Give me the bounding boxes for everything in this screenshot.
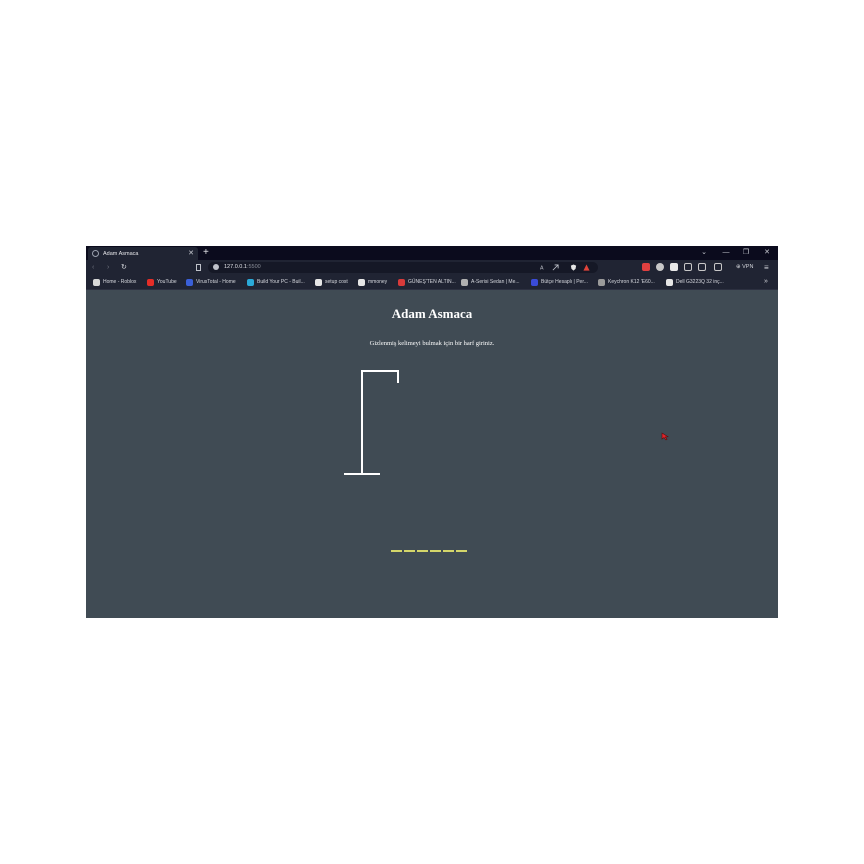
- bookmark-item[interactable]: Home - Roblox: [93, 275, 136, 289]
- bookmark-item[interactable]: Keychron K12 'E60...: [598, 275, 655, 289]
- brave-shield-icon[interactable]: [570, 264, 577, 271]
- bookmarks-more-button[interactable]: »: [764, 275, 768, 289]
- word-slots: [391, 550, 467, 552]
- share-icon[interactable]: [552, 264, 559, 271]
- youtube-icon: [147, 278, 154, 286]
- google-icon: [315, 278, 322, 286]
- bookmark-item[interactable]: YouTube: [147, 275, 177, 289]
- back-button[interactable]: ‹: [92, 260, 94, 275]
- url-text: 127.0.0.1:5500: [224, 264, 261, 270]
- gallows-drawing: [344, 370, 399, 475]
- reload-button[interactable]: ↻: [121, 260, 127, 275]
- bookmark-icon[interactable]: [196, 264, 201, 271]
- letter-slot: [456, 550, 467, 552]
- extension-white-icon[interactable]: [670, 263, 678, 271]
- tab-close-icon[interactable]: ✕: [188, 250, 194, 257]
- letter-slot: [404, 550, 415, 552]
- tab-adam-asmaca[interactable]: Adam Asmaca ✕: [88, 247, 198, 260]
- browser-window: Adam Asmaca ✕ + ⌄ — ❐ ✕ ‹ › ↻ 127.0.0.1:…: [86, 246, 778, 618]
- tab-search-icon[interactable]: ⌄: [694, 246, 714, 260]
- forward-button[interactable]: ›: [107, 260, 109, 275]
- bookmark-item[interactable]: setup cost: [315, 275, 348, 289]
- rewards-triangle-icon[interactable]: [583, 264, 590, 271]
- extension-round-icon[interactable]: [656, 263, 664, 271]
- bookmark-item[interactable]: VirusTotal - Home: [186, 275, 236, 289]
- bookmark-item[interactable]: mmoney: [358, 275, 387, 289]
- google-icon: [358, 278, 365, 286]
- tab-title: Adam Asmaca: [103, 250, 139, 257]
- letter-slot: [430, 550, 441, 552]
- bookmark-item[interactable]: Build Your PC - Buil...: [247, 275, 305, 289]
- maximize-button[interactable]: ❐: [736, 246, 756, 260]
- translate-icon[interactable]: A: [540, 264, 547, 271]
- keychron-icon: [598, 278, 605, 286]
- menu-icon[interactable]: ≡: [764, 260, 769, 275]
- roblox-icon: [93, 278, 100, 286]
- address-bar[interactable]: 127.0.0.1:5500 A: [208, 262, 598, 273]
- svg-text:A: A: [540, 266, 544, 271]
- navigation-bar: ‹ › ↻ 127.0.0.1:5500 A ⊕ VPN ≡: [86, 260, 778, 275]
- shop-icon: [531, 278, 538, 286]
- pcpartpicker-icon: [247, 278, 254, 286]
- globe-icon: [92, 250, 99, 257]
- bookmarks-bar: Home - Roblox YouTube VirusTotal - Home …: [86, 275, 778, 290]
- dell-icon: [666, 278, 673, 286]
- letter-slot: [417, 550, 428, 552]
- wallet-icon[interactable]: [714, 263, 722, 271]
- gold-icon: [398, 278, 405, 286]
- extension-red-icon[interactable]: [642, 263, 650, 271]
- page-content: Adam Asmaca Gizlenmiş kelimeyi bulmak iç…: [86, 290, 778, 618]
- sidebar-icon[interactable]: [698, 263, 706, 271]
- bookmark-item[interactable]: A-Serisi Sedan | Me...: [461, 275, 520, 289]
- letter-slot: [391, 550, 402, 552]
- virustotal-icon: [186, 278, 193, 286]
- bookmark-item[interactable]: Dell G3223Q 32 inç...: [666, 275, 724, 289]
- new-tab-button[interactable]: +: [203, 246, 209, 259]
- minimize-button[interactable]: —: [716, 246, 736, 260]
- site-info-icon[interactable]: [213, 264, 219, 270]
- mercedes-icon: [461, 278, 468, 286]
- vpn-button[interactable]: ⊕ VPN: [736, 260, 753, 275]
- extensions-puzzle-icon[interactable]: [684, 263, 692, 271]
- bookmark-item[interactable]: GÜNEŞ'TEN ALTIN...: [398, 275, 456, 289]
- tab-bar: Adam Asmaca ✕ + ⌄ — ❐ ✕: [86, 246, 778, 260]
- close-window-button[interactable]: ✕: [757, 246, 777, 260]
- letter-slot: [443, 550, 454, 552]
- mouse-cursor-icon: [661, 432, 669, 441]
- bookmark-item[interactable]: Bütçe Hesaplı | Per...: [531, 275, 588, 289]
